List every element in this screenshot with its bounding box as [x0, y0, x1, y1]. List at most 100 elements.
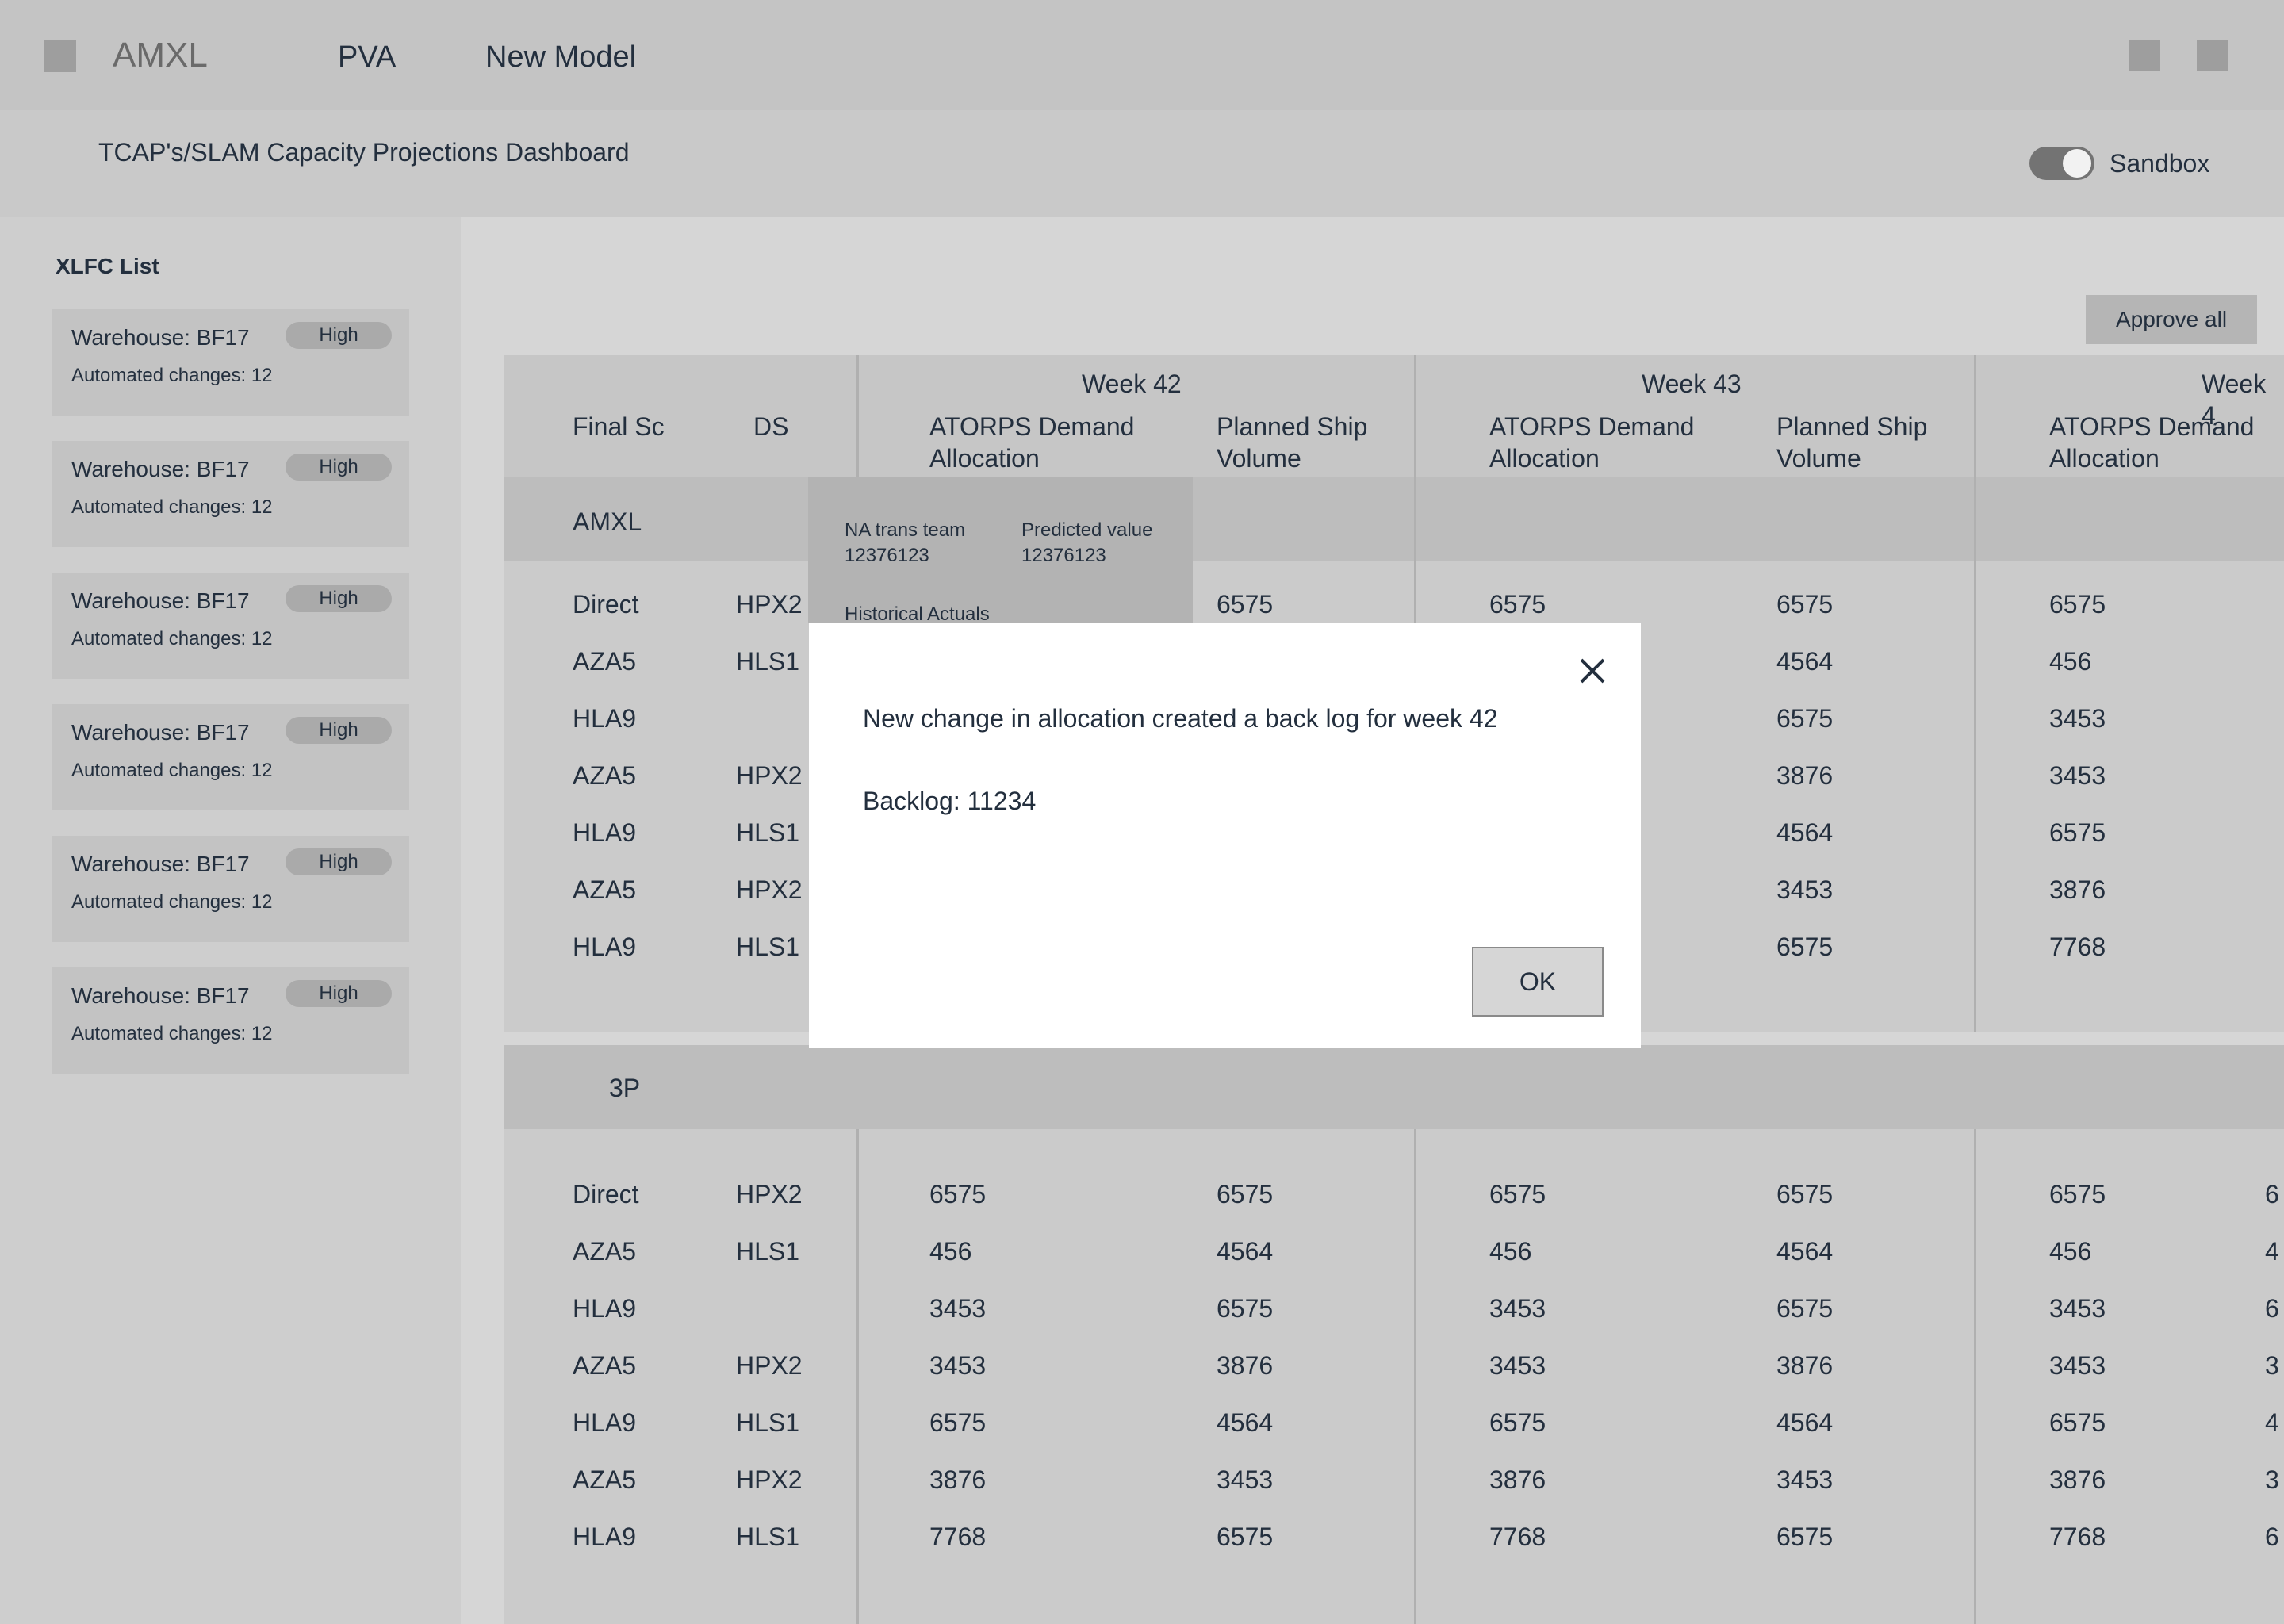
table-cell-value[interactable]: 6575: [1489, 1178, 1546, 1210]
table-cell-value[interactable]: 3453: [929, 1350, 986, 1381]
table-cell-value[interactable]: 456: [1489, 1235, 1531, 1267]
user-icon[interactable]: [2197, 40, 2228, 71]
column-divider: [1974, 355, 1976, 1032]
sandbox-toggle-knob[interactable]: [2063, 149, 2091, 178]
table-cell-value[interactable]: 4564: [1776, 817, 1833, 848]
row-final-sc: AZA5: [573, 1237, 637, 1266]
table-cell-value[interactable]: 4564: [1776, 1407, 1833, 1438]
table-cell-value[interactable]: 3453: [1489, 1293, 1546, 1324]
column-divider: [1974, 1129, 1976, 1624]
table-cell-value[interactable]: 4564: [1776, 1235, 1833, 1267]
card-warehouse: Warehouse: BF17: [71, 983, 250, 1008]
close-icon[interactable]: [1573, 652, 1611, 690]
card-warehouse: Warehouse: BF17: [71, 852, 250, 876]
row-final-sc: AZA5: [573, 761, 637, 790]
table-cell-value[interactable]: 3453: [1776, 874, 1833, 906]
table-cell-value[interactable]: 3876: [1489, 1464, 1546, 1496]
app-menu-icon[interactable]: [44, 40, 76, 72]
row-final-sc: HLA9: [573, 818, 637, 847]
table-cell-value[interactable]: 6575: [929, 1178, 986, 1210]
group-label-3p[interactable]: 3P: [609, 1072, 640, 1104]
notifications-icon[interactable]: [2129, 40, 2160, 71]
table-cell-value[interactable]: 6: [2265, 1293, 2279, 1324]
table-cell-value[interactable]: 3453: [2049, 1293, 2106, 1324]
week-header: Week 42: [1082, 370, 1182, 398]
table-cell-value[interactable]: 3453: [1217, 1464, 1273, 1496]
card-automated-changes: Automated changes: 12: [71, 496, 273, 518]
table-cell-value[interactable]: 6575: [1776, 1178, 1833, 1210]
table-cell-value[interactable]: 3876: [2049, 874, 2106, 906]
table-cell-value[interactable]: 6575: [1776, 1293, 1833, 1324]
table-cell-value[interactable]: 7768: [929, 1521, 986, 1553]
table-cell-value[interactable]: 3: [2265, 1464, 2279, 1496]
priority-badge: High: [286, 322, 392, 349]
ok-button[interactable]: OK: [1472, 947, 1604, 1017]
card-warehouse: Warehouse: BF17: [71, 457, 250, 481]
xlfc-card[interactable]: Warehouse: BF17 High Automated changes: 12: [52, 441, 409, 547]
table-cell-value[interactable]: 6575: [2049, 1178, 2106, 1210]
approve-all-button[interactable]: Approve all: [2086, 295, 2257, 344]
table-cell-value[interactable]: 3453: [929, 1293, 986, 1324]
table-cell-value[interactable]: 6575: [929, 1407, 986, 1438]
table-cell-value[interactable]: 3453: [2049, 760, 2106, 791]
table-cell-value[interactable]: 6575: [2049, 588, 2106, 620]
table-cell-value[interactable]: 3: [2265, 1350, 2279, 1381]
table-cell-value[interactable]: 6575: [1489, 588, 1546, 620]
column-header-atorps: ATORPS Demand Allocation: [1489, 412, 1695, 473]
xlfc-card[interactable]: Warehouse: BF17 High Automated changes: 12: [52, 309, 409, 416]
table-cell-value[interactable]: 456: [2049, 1235, 2091, 1267]
table-cell-value[interactable]: 3453: [1489, 1350, 1546, 1381]
brand-label[interactable]: AMXL: [113, 35, 208, 76]
column-header-atorps: ATORPS Demand Allocation: [929, 412, 1135, 473]
row-final-sc: HLA9: [573, 704, 637, 733]
xlfc-card[interactable]: Warehouse: BF17 High Automated changes: 12: [52, 836, 409, 942]
table-cell-value[interactable]: 3453: [1776, 1464, 1833, 1496]
table-cell-value[interactable]: 456: [929, 1235, 971, 1267]
table-cell-value[interactable]: 4564: [1217, 1235, 1273, 1267]
table-cell-value[interactable]: 6575: [1776, 931, 1833, 963]
xlfc-card[interactable]: Warehouse: BF17 High Automated changes: 12: [52, 573, 409, 679]
xlfc-card[interactable]: Warehouse: BF17 High Automated changes: 12: [52, 967, 409, 1074]
row-final-sc: AZA5: [573, 1465, 637, 1494]
table-cell-value[interactable]: 3876: [1217, 1350, 1273, 1381]
row-ds: HPX2: [736, 1465, 803, 1494]
table-cell-value[interactable]: 6575: [2049, 817, 2106, 848]
table-cell-value[interactable]: 7768: [2049, 931, 2106, 963]
table-cell-value[interactable]: 6575: [1217, 1178, 1273, 1210]
table-cell-value[interactable]: 4: [2265, 1407, 2279, 1438]
table-cell-value[interactable]: 456: [2049, 645, 2091, 677]
row-ds: HLS1: [736, 1408, 800, 1437]
nav-link-pva[interactable]: PVA: [338, 38, 396, 76]
table-cell-value[interactable]: 7768: [1489, 1521, 1546, 1553]
table-cell-value[interactable]: 6575: [1489, 1407, 1546, 1438]
table-cell-value[interactable]: 3876: [2049, 1464, 2106, 1496]
table-cell-value[interactable]: 6575: [1217, 1293, 1273, 1324]
column-divider: [856, 1129, 859, 1624]
table-cell-value[interactable]: 6: [2265, 1521, 2279, 1553]
row-final-sc: Direct: [573, 1180, 639, 1208]
table-cell-value[interactable]: 4: [2265, 1235, 2279, 1267]
group-band-3p: [504, 1045, 2284, 1129]
xlfc-card[interactable]: Warehouse: BF17 High Automated changes: 12: [52, 704, 409, 810]
column-header-planned-ship: Planned Ship Volume: [1776, 412, 1928, 473]
row-ds: HLS1: [736, 1237, 800, 1266]
table-cell-value[interactable]: 4564: [1217, 1407, 1273, 1438]
table-cell-value[interactable]: 6575: [1776, 703, 1833, 734]
card-automated-changes: Automated changes: 12: [71, 891, 273, 913]
table-cell-value[interactable]: 3453: [2049, 1350, 2106, 1381]
table-cell-value[interactable]: 3876: [1776, 1350, 1833, 1381]
table-cell-value[interactable]: 7768: [2049, 1521, 2106, 1553]
table-cell-value[interactable]: 3876: [1776, 760, 1833, 791]
sandbox-label: Sandbox: [2110, 149, 2210, 178]
table-cell-value[interactable]: 4564: [1776, 645, 1833, 677]
table-cell-value[interactable]: 6575: [1776, 588, 1833, 620]
table-cell-value[interactable]: 6: [2265, 1178, 2279, 1210]
table-cell-value[interactable]: 6575: [1217, 1521, 1273, 1553]
group-label-amxl[interactable]: AMXL: [573, 506, 642, 538]
nav-link-new-model[interactable]: New Model: [485, 38, 636, 76]
table-cell-value[interactable]: 6575: [1776, 1521, 1833, 1553]
table-cell-value[interactable]: 6575: [1217, 588, 1273, 620]
table-cell-value[interactable]: 3876: [929, 1464, 986, 1496]
table-cell-value[interactable]: 6575: [2049, 1407, 2106, 1438]
table-cell-value[interactable]: 3453: [2049, 703, 2106, 734]
